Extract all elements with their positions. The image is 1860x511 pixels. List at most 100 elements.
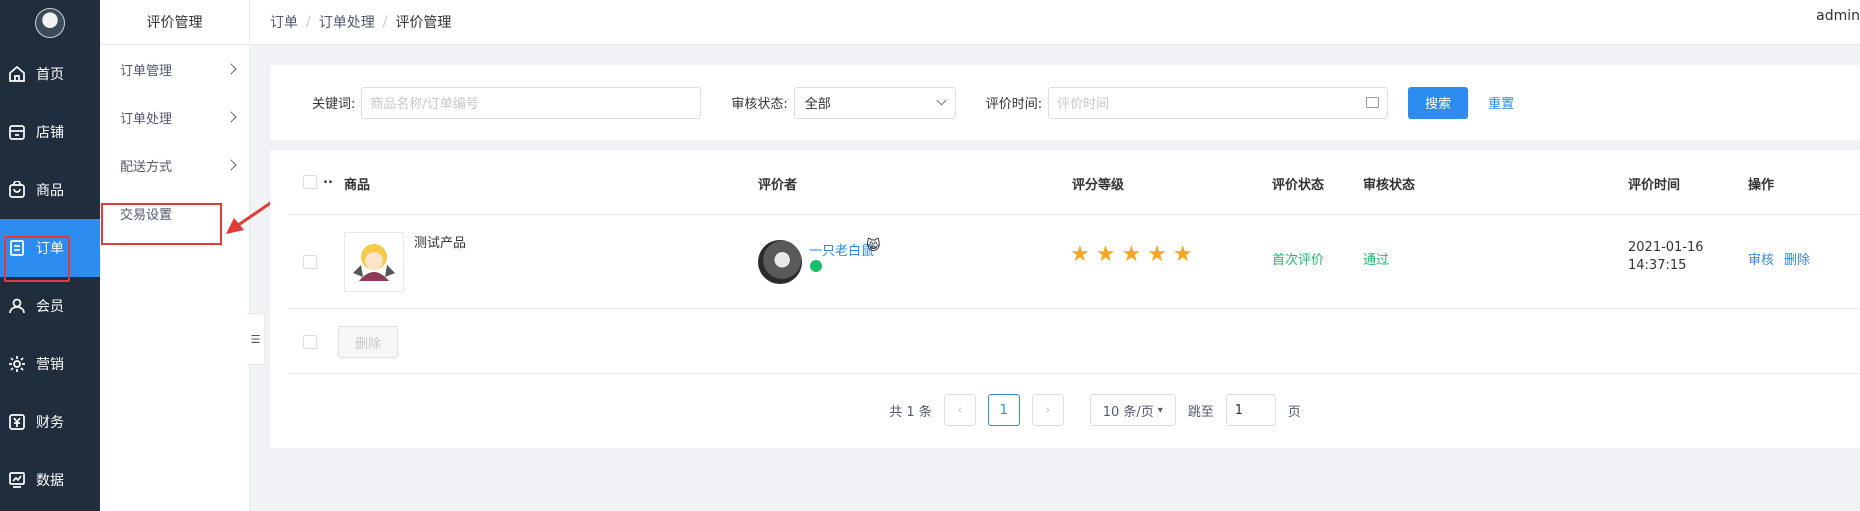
audit-status-select[interactable]: 全部 xyxy=(793,86,956,119)
breadcrumb-current: 评价管理 xyxy=(395,15,452,31)
sidebar-collapse-toggle[interactable]: ☰ xyxy=(247,313,265,365)
chevron-right-icon xyxy=(225,111,237,123)
breadcrumb-item[interactable]: 订单 xyxy=(270,12,298,32)
home-icon xyxy=(8,65,26,83)
page-size-select[interactable]: 10 条/页 ▾ xyxy=(1089,394,1176,426)
chevron-right-icon xyxy=(225,159,237,171)
audit-status-label: 审核状态: xyxy=(731,97,788,112)
product-image-icon xyxy=(353,244,395,281)
product-name[interactable]: 测试产品 xyxy=(414,232,466,251)
review-date: 2021-01-16 xyxy=(1628,240,1704,255)
keyword-field: 关键词: 商品名称/订单编号 xyxy=(312,86,702,119)
sub-nav-item-label: 订单处理 xyxy=(120,111,173,127)
top-bar: 订单 / 订单处理 / 评价管理 admin xyxy=(250,0,1860,45)
review-status-badge: 首次评价 xyxy=(1272,253,1325,268)
row-checkbox[interactable] xyxy=(303,255,317,269)
nav-item-marketing[interactable]: 营销 xyxy=(0,335,100,393)
nav-item-label: 会员 xyxy=(36,299,64,315)
page-size-value: 10 条/页 xyxy=(1102,404,1154,420)
logo[interactable] xyxy=(0,0,100,45)
reviewer-avatar xyxy=(758,240,802,284)
breadcrumb-item[interactable]: 订单处理 xyxy=(319,12,375,32)
keyword-label: 关键词: xyxy=(312,97,356,112)
nav-item-data[interactable]: 数据 xyxy=(0,451,100,509)
store-icon xyxy=(8,123,26,141)
checkbox-ellipsis: .. xyxy=(323,172,333,187)
review-time-input[interactable]: 评价时间 xyxy=(1048,86,1389,119)
nav-item-member[interactable]: 会员 xyxy=(0,277,100,335)
nav-item-label: 店铺 xyxy=(36,125,64,141)
nav-item-label: 财务 xyxy=(36,415,64,431)
nav-item-product[interactable]: 商品 xyxy=(0,161,100,219)
review-time-label: 评价时间: xyxy=(985,97,1043,112)
main-nav: 首页 店铺 商品 订单 会员 营销 财务 数据 xyxy=(0,0,100,511)
search-button[interactable]: 搜索 xyxy=(1408,86,1469,119)
review-time-placeholder: 评价时间 xyxy=(1057,97,1110,112)
batch-checkbox[interactable] xyxy=(303,335,317,349)
reviewer-name[interactable]: 一只老白鼠 xyxy=(809,240,874,259)
finance-icon xyxy=(8,413,26,431)
nav-item-label: 数据 xyxy=(36,473,64,489)
annotation-highlight-box xyxy=(4,236,70,282)
batch-delete-button[interactable]: 删除 xyxy=(338,326,398,358)
prev-page-button[interactable]: ‹ xyxy=(943,394,976,426)
annotation-highlight-box xyxy=(101,203,222,245)
column-header-actions[interactable]: 操作 xyxy=(1748,174,1774,193)
review-time-field: 评价时间: 评价时间 xyxy=(985,86,1389,119)
pagination: 共 1 条 ‹ 1 › 10 条/页 ▾ 跳至 1 页 xyxy=(270,394,1860,426)
review-time: 14:37:15 xyxy=(1628,258,1687,273)
emoji-icon: 😸 xyxy=(866,238,881,254)
audit-status-value: 全部 xyxy=(804,97,831,112)
nav-item-store[interactable]: 店铺 xyxy=(0,103,100,161)
nav-item-home[interactable]: 首页 xyxy=(0,45,100,103)
calendar-icon xyxy=(1366,97,1380,108)
breadcrumb-separator: / xyxy=(382,14,388,30)
product-thumbnail[interactable] xyxy=(344,232,404,292)
wechat-icon xyxy=(810,260,822,272)
jump-label: 跳至 xyxy=(1187,404,1214,420)
marketing-icon xyxy=(8,355,26,373)
page-number-button[interactable]: 1 xyxy=(987,394,1020,426)
rating-stars-icon: ★★★★★ xyxy=(1070,242,1199,267)
table-header: .. 商品 评价者 评分等级 评价状态 审核状态 评价时间 操作 xyxy=(288,150,1860,215)
review-table-card: .. 商品 评价者 评分等级 评价状态 审核状态 评价时间 操作 测试产品 一只… xyxy=(270,150,1860,448)
audit-action-link[interactable]: 审核 xyxy=(1748,249,1774,268)
nav-item-label: 商品 xyxy=(36,183,64,199)
sub-nav: 评价管理 订单管理 订单处理 配送方式 交易设置 xyxy=(100,0,250,511)
sub-nav-item-label: 配送方式 xyxy=(120,159,173,175)
data-icon xyxy=(8,471,26,489)
chevron-right-icon: › xyxy=(1045,402,1051,418)
batch-actions-bar: 删除 xyxy=(288,310,1860,374)
column-header-product[interactable]: 商品 xyxy=(344,174,370,193)
jump-page-input[interactable]: 1 xyxy=(1225,394,1276,426)
menu-icon: ☰ xyxy=(250,332,261,346)
table-row: 测试产品 一只老白鼠 😸 ★★★★★ 首次评价 通过 2021-01-16 14… xyxy=(288,216,1860,309)
column-header-audit-status[interactable]: 审核状态 xyxy=(1363,174,1415,193)
column-header-review-status[interactable]: 评价状态 xyxy=(1272,174,1324,193)
sub-nav-title: 评价管理 xyxy=(100,0,249,45)
column-header-review-time[interactable]: 评价时间 xyxy=(1628,174,1680,193)
next-page-button[interactable]: › xyxy=(1031,394,1064,426)
chevron-right-icon xyxy=(225,63,237,75)
audit-status-badge: 通过 xyxy=(1363,253,1390,268)
product-icon xyxy=(8,181,26,199)
pagination-total: 共 1 条 xyxy=(889,404,932,420)
audit-status-field: 审核状态: 全部 xyxy=(731,86,956,119)
user-menu[interactable]: admin xyxy=(1816,8,1860,24)
breadcrumb-separator: / xyxy=(306,14,311,30)
nav-item-label: 首页 xyxy=(36,67,64,83)
delete-action-link[interactable]: 删除 xyxy=(1784,249,1810,268)
select-all-checkbox[interactable] xyxy=(303,175,317,189)
keyword-input[interactable]: 商品名称/订单编号 xyxy=(361,86,702,119)
column-header-rating[interactable]: 评分等级 xyxy=(1072,174,1124,193)
reset-button[interactable]: 重置 xyxy=(1488,93,1514,112)
sub-nav-item-order-processing[interactable]: 订单处理 xyxy=(100,93,249,141)
sub-nav-item-order-management[interactable]: 订单管理 xyxy=(100,45,249,93)
nav-item-finance[interactable]: 财务 xyxy=(0,393,100,451)
column-header-reviewer[interactable]: 评价者 xyxy=(758,174,797,193)
page-unit-label: 页 xyxy=(1287,404,1301,420)
logo-avatar-icon xyxy=(35,7,65,38)
filter-panel: 关键词: 商品名称/订单编号 审核状态: 全部 评价时间: 评价时间 搜索 重置 xyxy=(270,65,1860,140)
chevron-left-icon: ‹ xyxy=(957,402,963,418)
sub-nav-item-delivery[interactable]: 配送方式 xyxy=(100,141,249,189)
